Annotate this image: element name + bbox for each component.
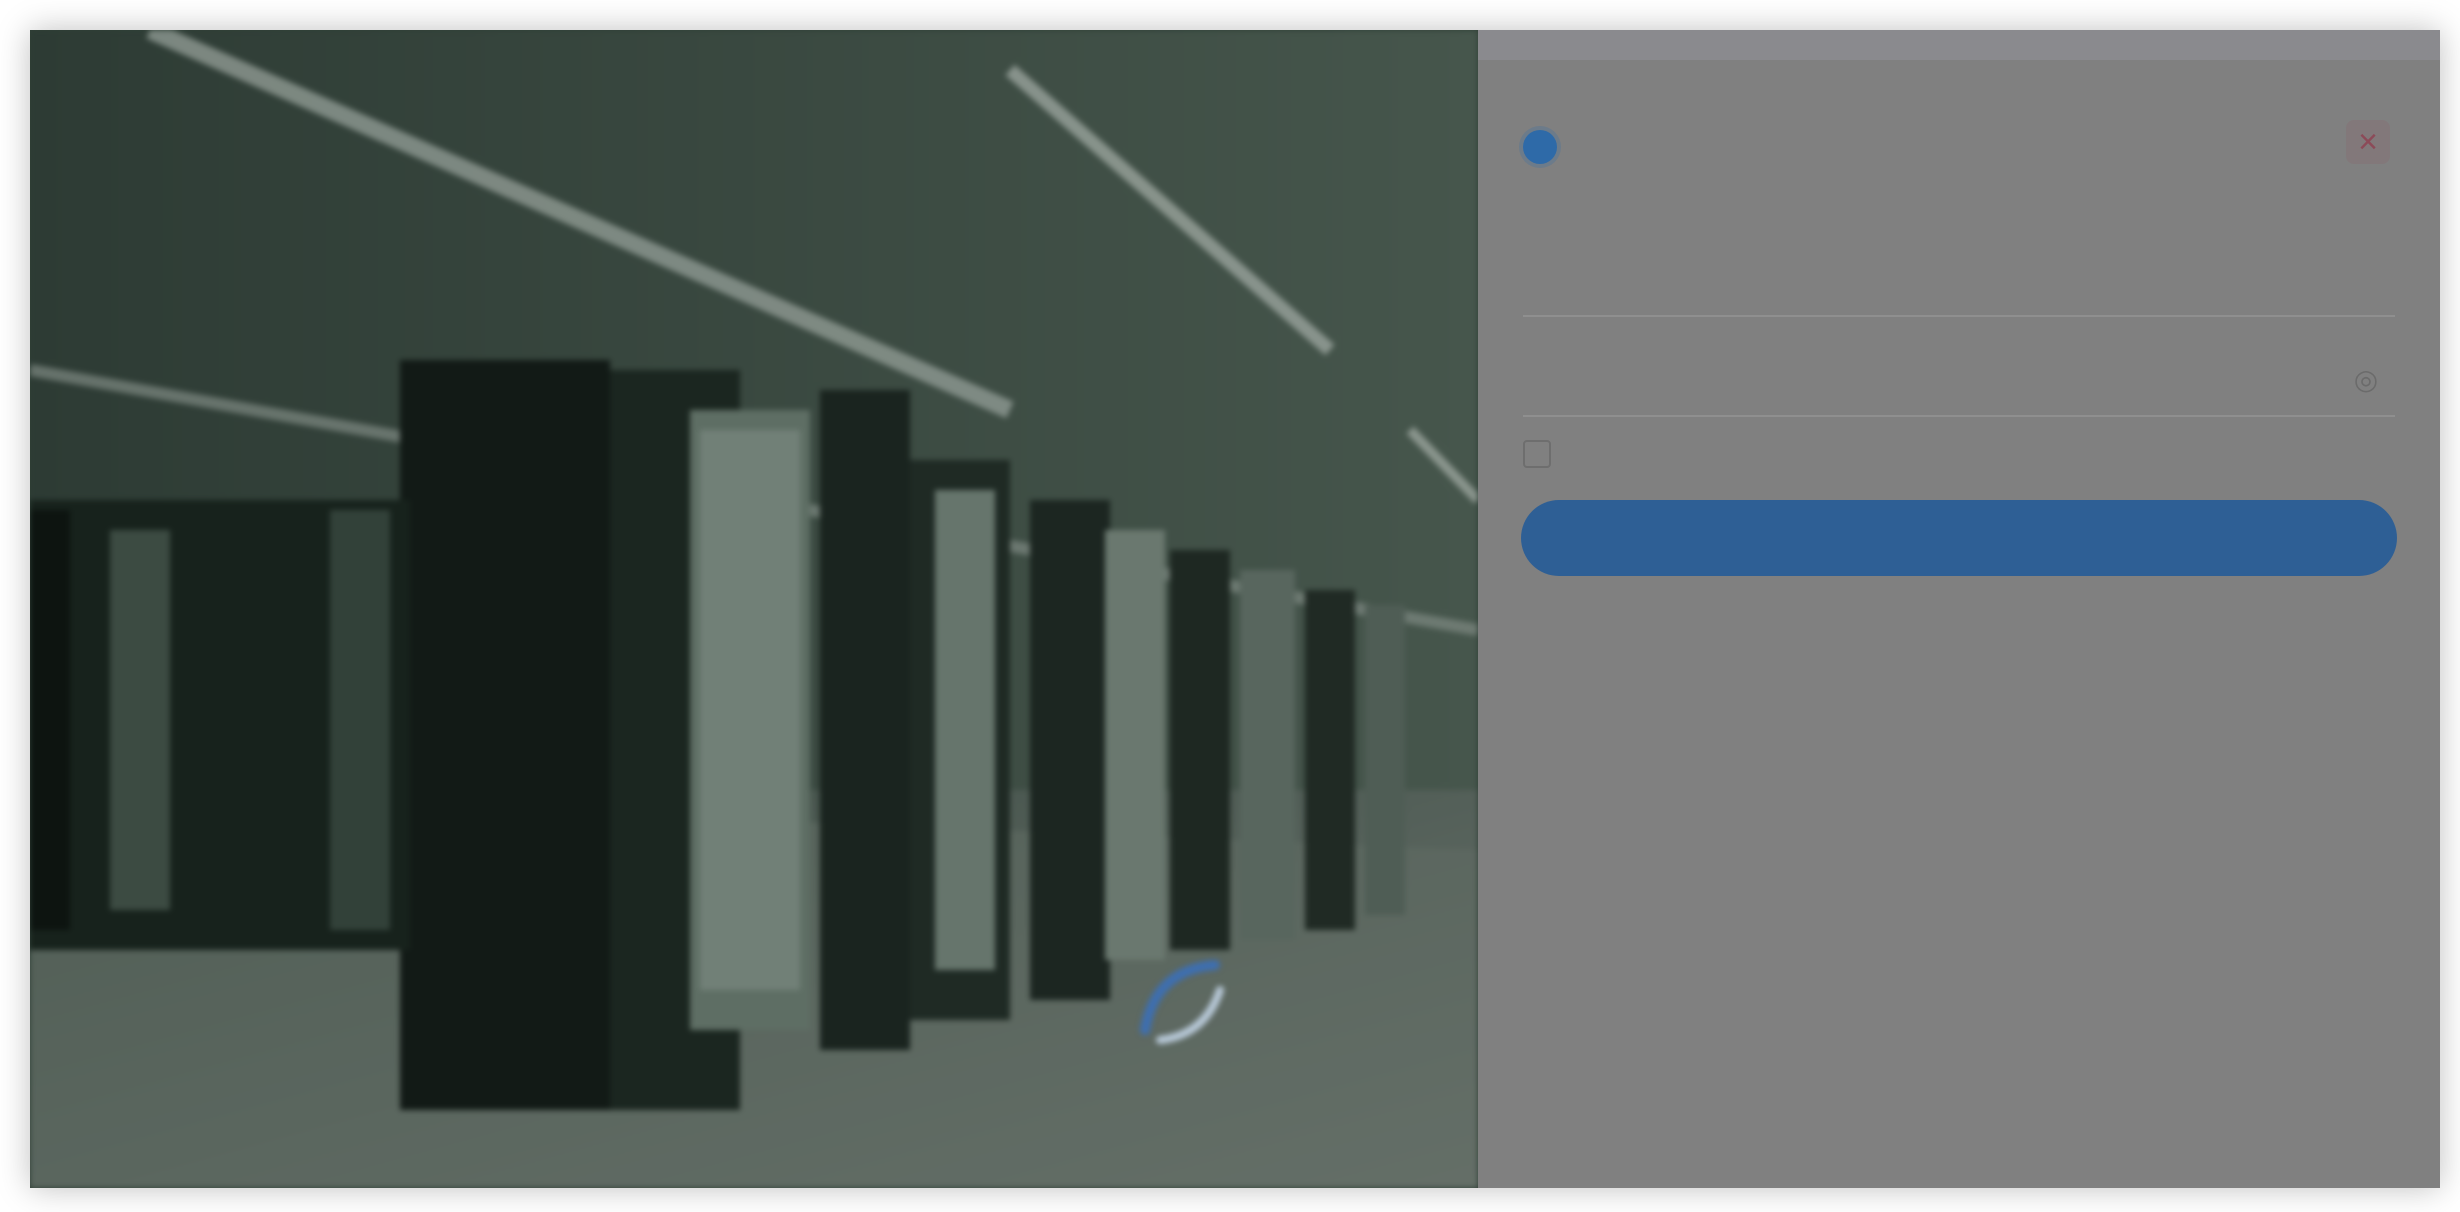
close-icon: ×: [2358, 123, 2378, 161]
password-input[interactable]: [1523, 345, 2395, 415]
login-window: × ◎: [30, 30, 2440, 1188]
login-panel: × ◎: [1478, 30, 2440, 1188]
remember-checkbox[interactable]: [1523, 440, 1551, 468]
logo-icon: [1523, 130, 1557, 164]
hero-logo-icon: [1125, 950, 1235, 1060]
remember-me[interactable]: [1523, 440, 1565, 468]
username-input[interactable]: [1523, 245, 2395, 315]
hero-logo: [1090, 950, 1270, 1070]
close-button[interactable]: ×: [2346, 120, 2390, 164]
hero-image: [30, 30, 1478, 1188]
panel-header-strip: [1478, 30, 2440, 60]
login-button[interactable]: [1521, 500, 2397, 576]
password-field[interactable]: ◎: [1523, 345, 2395, 417]
eye-icon[interactable]: ◎: [2349, 363, 2383, 397]
brand: [1523, 130, 1571, 164]
username-field[interactable]: [1523, 245, 2395, 317]
